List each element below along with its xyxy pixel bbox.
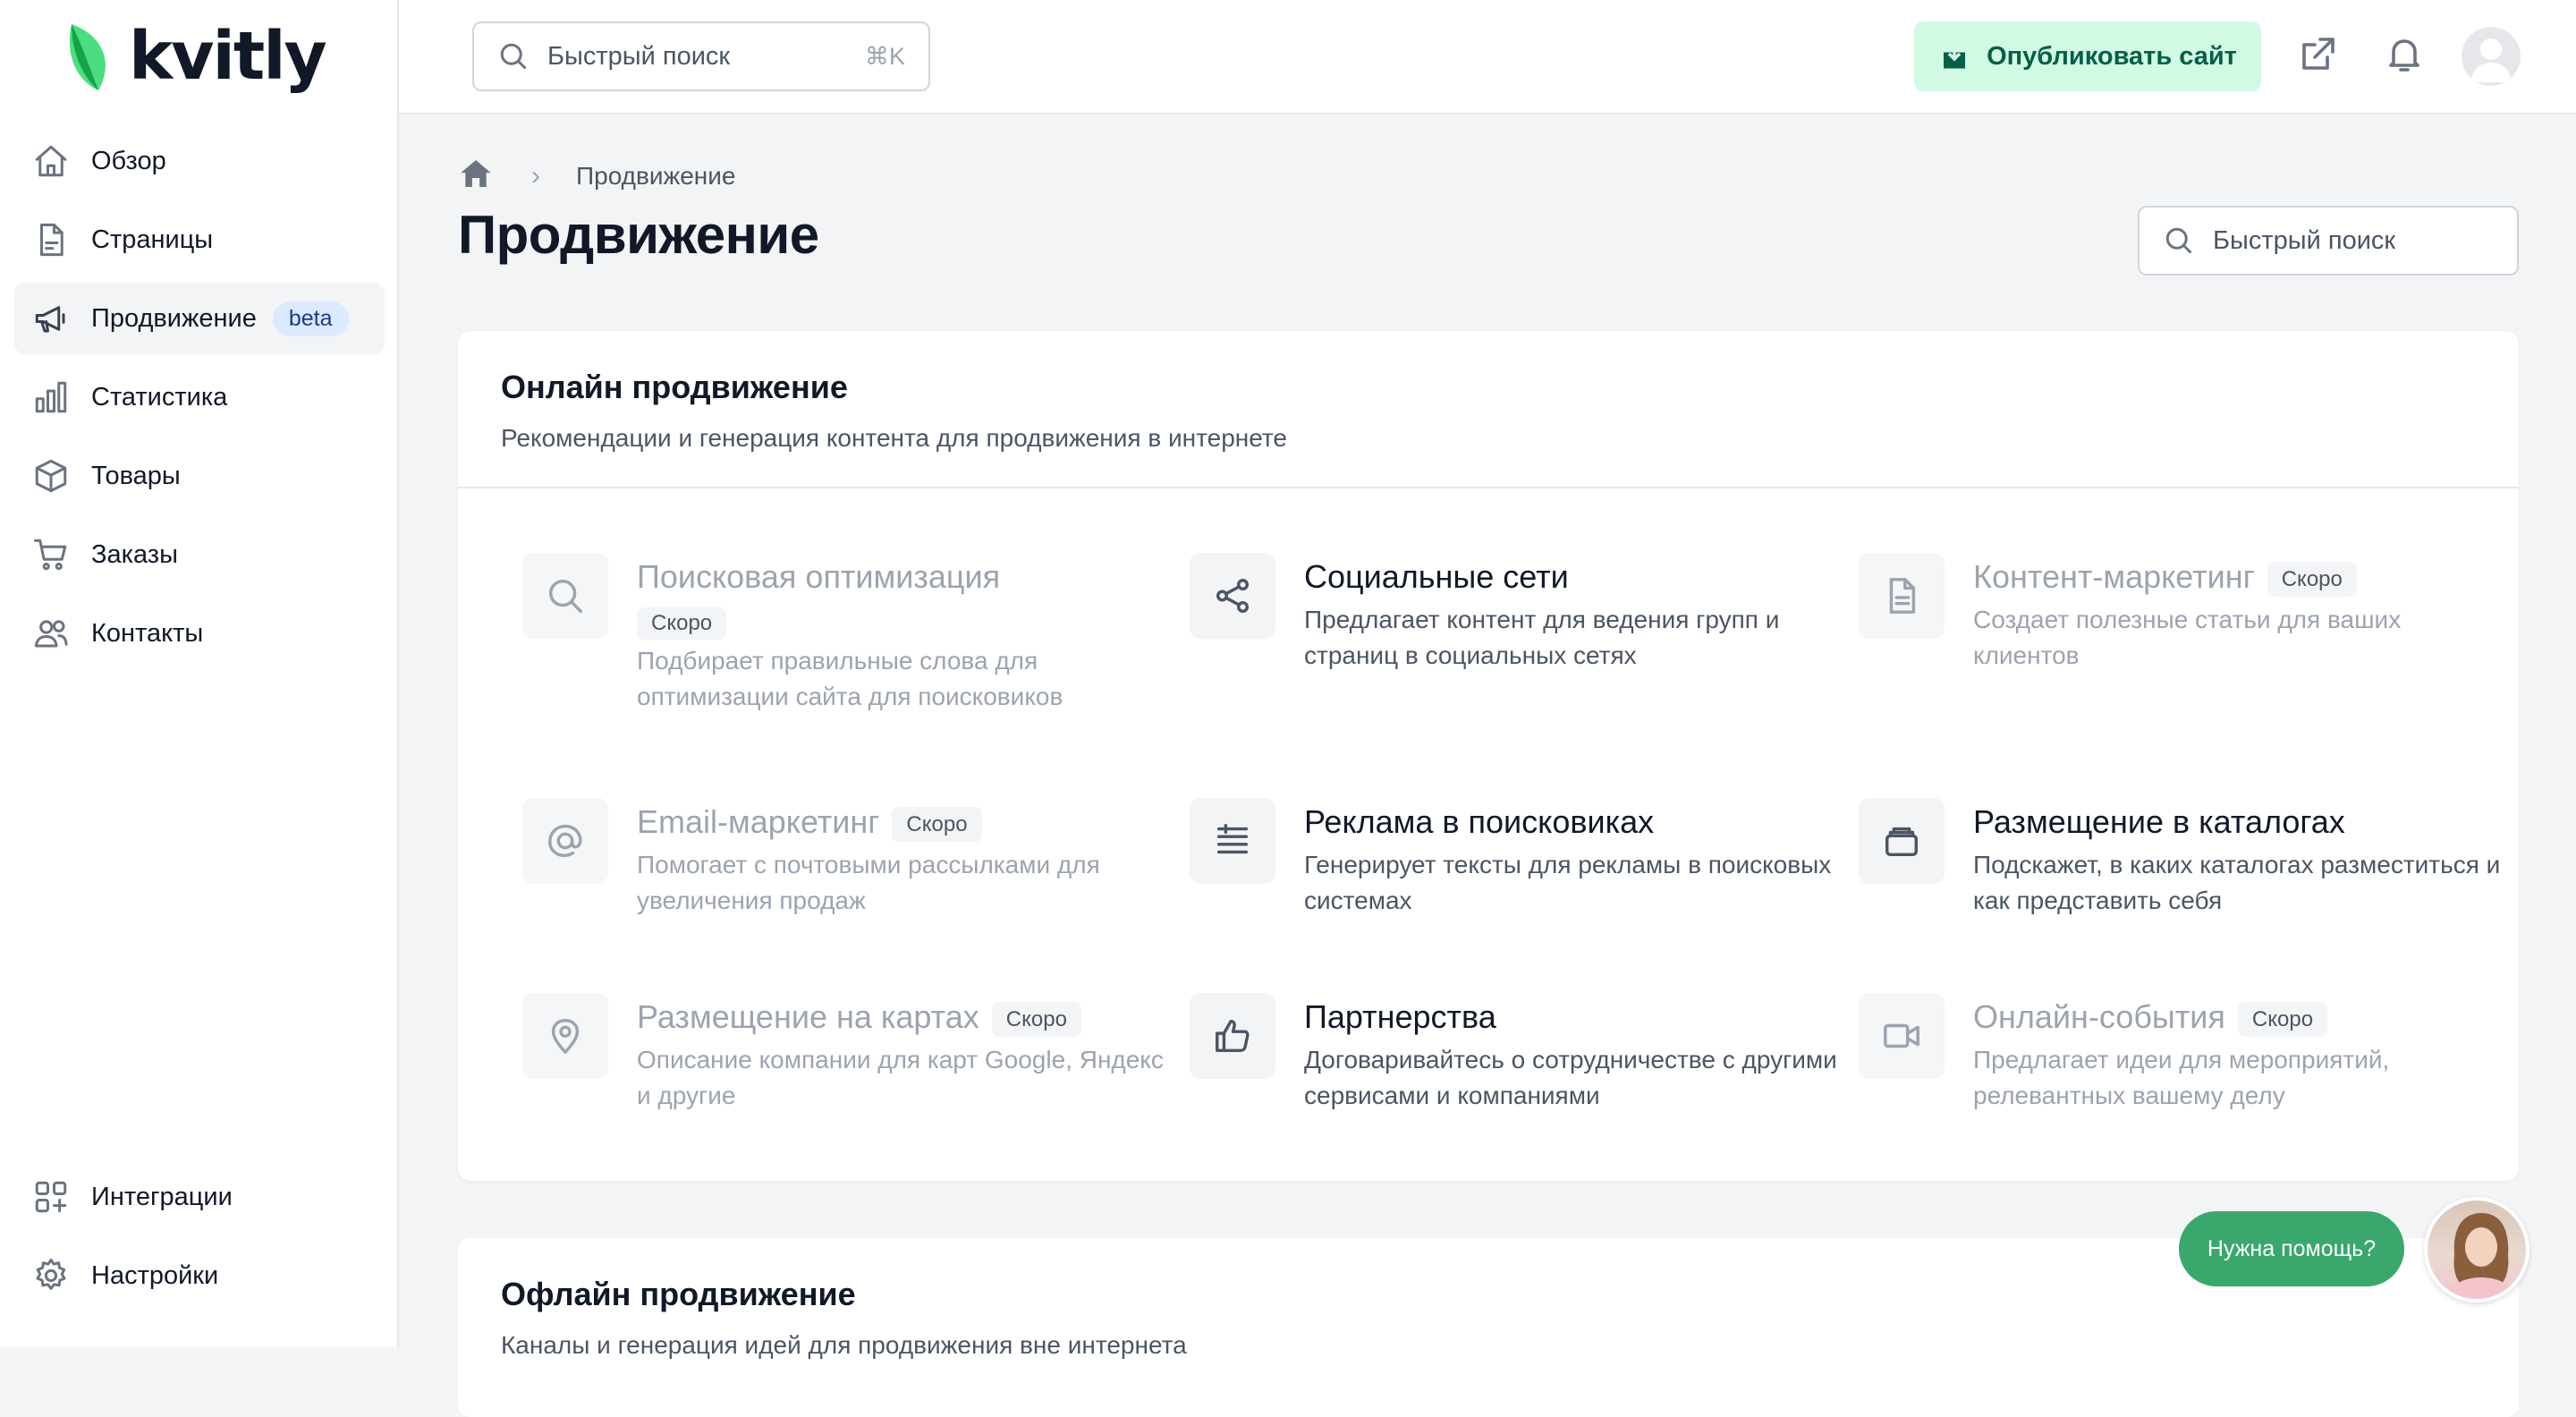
breadcrumb: › Продвижение [458, 156, 736, 196]
home-icon[interactable] [458, 156, 494, 196]
user-icon [2470, 38, 2512, 82]
publish-site-button[interactable]: Опубликовать сайт [1914, 21, 2261, 91]
breadcrumb-current: Продвижение [576, 161, 736, 190]
sidebar-item-label: Статистика [91, 382, 228, 412]
gear-icon [30, 1255, 72, 1296]
cart-icon [30, 534, 72, 575]
beta-badge: beta [272, 301, 349, 336]
section-subtitle: Рекомендации и генерация контента для пр… [501, 424, 1287, 452]
document-icon [1859, 553, 1945, 639]
sidebar-item-label: Контакты [91, 618, 204, 648]
publish-label: Опубликовать сайт [1987, 41, 2237, 71]
sidebar-item-contacts[interactable]: Контакты [14, 598, 385, 669]
sidebar-item-overview[interactable]: Обзор [14, 125, 385, 197]
soon-badge: Скоро [991, 1001, 1081, 1038]
brand-name: kvitly [129, 18, 327, 95]
feature-description: Предлагает идеи для мероприятий, релеван… [1973, 1045, 2390, 1110]
chevron-right-icon: › [531, 160, 540, 191]
bar-chart-icon [30, 377, 72, 418]
document-icon [30, 219, 72, 260]
feature-description: Подскажет, в каких каталогах разместитьс… [1973, 850, 2501, 915]
publish-icon [1944, 43, 1966, 69]
user-avatar[interactable] [2462, 27, 2521, 86]
sidebar-item-promotion[interactable]: Продвижение beta [14, 283, 385, 354]
share-icon [1190, 553, 1275, 639]
soon-badge: Скоро [2267, 561, 2357, 598]
catalog-icon [1859, 798, 1945, 884]
search-placeholder: Быстрый поиск [2213, 225, 2396, 255]
cube-icon [30, 455, 72, 496]
bell-icon[interactable] [2383, 32, 2426, 75]
quick-search-input[interactable]: Быстрый поиск ⌘K [472, 21, 930, 91]
sidebar-item-label: Товары [91, 461, 181, 490]
sidebar-item-label: Продвижение [91, 303, 257, 333]
page-search-input[interactable]: Быстрый поиск [2138, 206, 2519, 276]
feature-title: Размещение на картах [637, 998, 979, 1035]
list-icon [1190, 798, 1275, 884]
card-header: Онлайн продвижение Рекомендации и генера… [458, 331, 2519, 488]
online-promotion-card: Онлайн продвижение Рекомендации и генера… [458, 331, 2519, 1181]
search-icon [522, 553, 608, 639]
page-title: Продвижение [458, 205, 819, 265]
support-avatar[interactable] [2424, 1197, 2529, 1302]
feature-title: Реклама в поисковиках [1304, 803, 1655, 840]
at-icon [522, 798, 608, 884]
feature-description: Предлагает контент для ведения групп и с… [1304, 605, 1780, 670]
feature-description: Подбирает правильные слова для оптимизац… [637, 646, 1063, 711]
video-icon [1859, 993, 1945, 1079]
feature-title: Контент-маркетинг [1973, 558, 2255, 595]
section-title: Онлайн продвижение [501, 369, 848, 405]
soon-badge: Скоро [892, 806, 982, 843]
sidebar-bottom-nav: Интеграции Настройки [14, 1161, 385, 1319]
sidebar-item-settings[interactable]: Настройки [14, 1240, 385, 1311]
users-icon [30, 613, 72, 654]
sidebar-item-integrations[interactable]: Интеграции [14, 1161, 385, 1233]
feature-title: Социальные сети [1304, 558, 1569, 595]
sidebar-item-products[interactable]: Товары [14, 440, 385, 512]
sidebar-item-orders[interactable]: Заказы [14, 519, 385, 590]
feature-description: Генерирует тексты для рекламы в поисковы… [1304, 850, 1832, 915]
feature-description: Договаривайтесь о сотрудничестве с други… [1304, 1045, 1837, 1110]
search-icon [2165, 227, 2192, 254]
top-header: Быстрый поиск ⌘K Опубликовать сайт [399, 0, 2576, 115]
home-icon [30, 140, 72, 182]
sidebar-item-label: Заказы [91, 539, 178, 569]
apps-plus-icon [30, 1176, 72, 1218]
sidebar-item-label: Обзор [91, 146, 166, 175]
section-subtitle: Каналы и генерация идей для продвижения … [501, 1331, 1187, 1359]
help-chat-button[interactable]: Нужна помощь? [2179, 1211, 2404, 1286]
sidebar-nav: Обзор Страницы Продвижение beta Статисти… [14, 125, 385, 676]
logo[interactable]: kvitly [63, 18, 327, 95]
feature-title: Онлайн-события [1973, 998, 2225, 1035]
feature-title: Размещение в каталогах [1973, 803, 2345, 840]
thumbs-up-icon [1190, 993, 1275, 1079]
feature-description: Помогает с почтовыми рассылками для увел… [637, 850, 1100, 915]
soon-badge: Скоро [2237, 1001, 2328, 1038]
search-icon [500, 43, 527, 70]
feature-description: Описание компании для карт Google, Яндек… [637, 1045, 1164, 1110]
soon-badge: Скоро [637, 607, 727, 640]
sidebar-item-label: Интеграции [91, 1182, 233, 1211]
sidebar: kvitly Обзор Страницы Продвижение beta С… [0, 0, 399, 1347]
search-shortcut: ⌘K [864, 42, 905, 70]
sidebar-item-label: Страницы [91, 225, 214, 254]
external-link-icon[interactable] [2297, 32, 2340, 75]
map-pin-icon [522, 993, 608, 1079]
sidebar-item-pages[interactable]: Страницы [14, 204, 385, 276]
feature-title: Email-маркетинг [637, 803, 880, 840]
feature-title: Партнерства [1304, 998, 1496, 1035]
feature-description: Создает полезные статьи для ваших клиент… [1973, 605, 2402, 670]
sidebar-item-statistics[interactable]: Статистика [14, 361, 385, 433]
search-placeholder: Быстрый поиск [547, 41, 731, 71]
sidebar-item-label: Настройки [91, 1260, 219, 1290]
feature-title: Поисковая оптимизация [637, 558, 1001, 595]
megaphone-icon [30, 298, 72, 339]
leaf-logo-icon [69, 24, 106, 90]
